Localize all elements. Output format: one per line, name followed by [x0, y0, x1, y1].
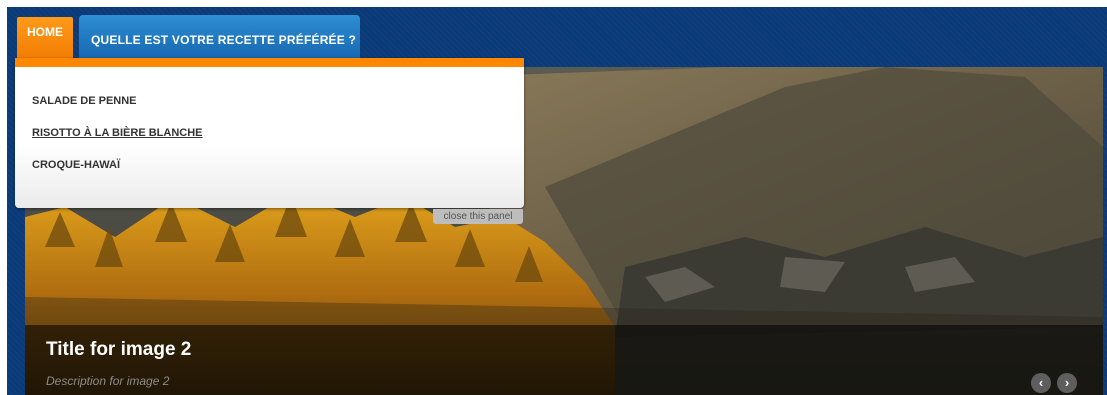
next-arrow-icon[interactable]: › [1057, 373, 1077, 393]
dropdown-item-salade[interactable]: SALADE DE PENNE [32, 95, 137, 107]
prev-arrow-icon[interactable]: ‹ [1031, 373, 1051, 393]
dropdown-item-croque[interactable]: CROQUE-HAWAÏ [32, 159, 120, 171]
recipe-dropdown-panel: SALADE DE PENNE RISOTTO À LA BIÈRE BLANC… [15, 58, 524, 208]
nav-recipe-tab[interactable]: QUELLE EST VOTRE RECETTE PRÉFÉRÉE ? [79, 15, 360, 64]
close-panel-button[interactable]: close this panel [433, 209, 523, 224]
slide-title: Title for image 2 [46, 339, 192, 360]
slide-description: Description for image 2 [46, 374, 170, 388]
dropdown-item-risotto[interactable]: RISOTTO À LA BIÈRE BLANCHE [32, 127, 203, 139]
nav-home-tab[interactable]: HOME [17, 17, 73, 64]
slide-caption: Title for image 2 Description for image … [25, 325, 1103, 395]
header-frame: HOME QUELLE EST VOTRE RECETTE PRÉFÉRÉE ? [7, 7, 1107, 395]
